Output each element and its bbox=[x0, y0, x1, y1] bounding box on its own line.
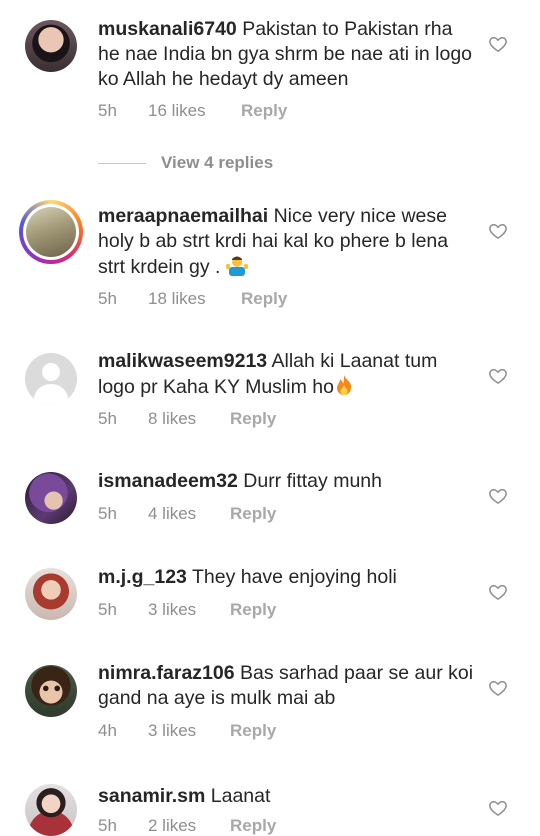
reply-button[interactable]: Reply bbox=[230, 721, 276, 741]
comment-likes[interactable]: 4 likes bbox=[148, 504, 230, 524]
comment-time: 5h bbox=[98, 816, 117, 835]
comment-time: 5h bbox=[98, 101, 117, 120]
comment-username[interactable]: nimra.faraz106 bbox=[98, 662, 235, 684]
person-shrugging-emoji bbox=[225, 256, 248, 276]
avatar[interactable] bbox=[25, 353, 77, 405]
avatar[interactable] bbox=[25, 665, 77, 717]
comment-likes[interactable]: 2 likes bbox=[148, 816, 230, 836]
reply-button[interactable]: Reply bbox=[241, 101, 287, 121]
comment-username[interactable]: m.j.g_123 bbox=[98, 566, 187, 588]
reply-button[interactable]: Reply bbox=[230, 816, 276, 836]
reply-button[interactable]: Reply bbox=[230, 504, 276, 524]
comment-username[interactable]: malikwaseem9213 bbox=[98, 350, 267, 372]
comment-likes[interactable]: 18 likes bbox=[148, 289, 241, 309]
comment-username[interactable]: meraapnaemailhai bbox=[98, 205, 268, 227]
comment-likes[interactable]: 16 likes bbox=[148, 101, 241, 121]
comment-time: 5h bbox=[98, 409, 117, 428]
reply-button[interactable]: Reply bbox=[230, 409, 276, 429]
avatar[interactable] bbox=[25, 20, 77, 72]
view-replies-link[interactable]: View 4 replies bbox=[98, 153, 273, 173]
reply-button[interactable]: Reply bbox=[230, 600, 276, 620]
reply-button[interactable]: Reply bbox=[241, 289, 287, 309]
comment-likes[interactable]: 8 likes bbox=[148, 409, 230, 429]
comment-text: Laanat bbox=[210, 785, 271, 807]
heart-outline-icon[interactable] bbox=[488, 366, 508, 386]
heart-outline-icon[interactable] bbox=[488, 678, 508, 698]
fire-emoji bbox=[336, 375, 352, 395]
avatar[interactable] bbox=[25, 568, 77, 620]
divider bbox=[98, 162, 146, 164]
comment-time: 4h bbox=[98, 721, 117, 740]
comment-time: 5h bbox=[98, 600, 117, 619]
comment-text: Durr fittay munh bbox=[243, 470, 382, 492]
heart-outline-icon[interactable] bbox=[488, 582, 508, 602]
comment-time: 5h bbox=[98, 289, 117, 308]
comment-likes[interactable]: 3 likes bbox=[148, 600, 230, 620]
comment-username[interactable]: sanamir.sm bbox=[98, 785, 205, 807]
view-replies-label: View 4 replies bbox=[161, 153, 274, 172]
comment-username[interactable]: ismanadeem32 bbox=[98, 470, 238, 492]
avatar[interactable] bbox=[25, 784, 77, 836]
heart-outline-icon[interactable] bbox=[488, 486, 508, 506]
avatar[interactable] bbox=[25, 472, 77, 524]
heart-outline-icon[interactable] bbox=[488, 221, 508, 241]
comment-text: They have enjoying holi bbox=[191, 566, 397, 588]
comment-likes[interactable]: 3 likes bbox=[148, 721, 230, 741]
heart-outline-icon[interactable] bbox=[488, 34, 508, 54]
avatar[interactable] bbox=[19, 200, 83, 264]
heart-outline-icon[interactable] bbox=[488, 798, 508, 818]
comment-username[interactable]: muskanali6740 bbox=[98, 18, 237, 40]
comment-time: 5h bbox=[98, 504, 117, 523]
